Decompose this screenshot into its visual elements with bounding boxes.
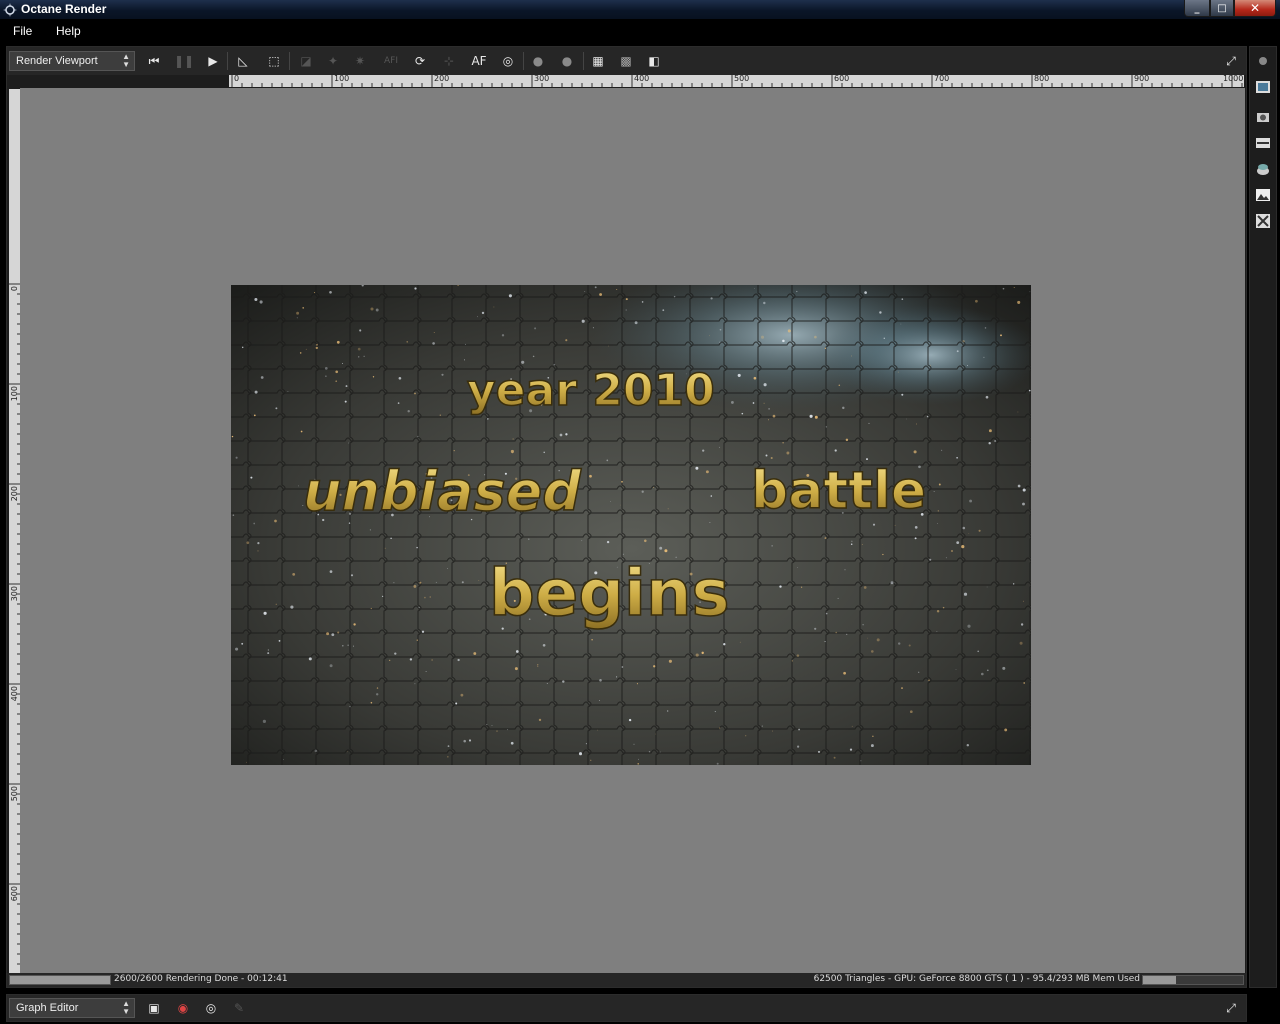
render-progress-fill xyxy=(10,976,110,984)
toolbar-separator xyxy=(289,52,290,70)
auto-focus-icon-button[interactable]: AFI xyxy=(381,51,401,71)
imager-icon[interactable] xyxy=(1255,187,1271,203)
sphere-icon[interactable]: ● xyxy=(528,51,548,71)
camera-icon[interactable] xyxy=(1255,109,1271,125)
save-scene-icon[interactable]: ▣ xyxy=(144,998,164,1018)
render-text-unbiased: unbiased xyxy=(303,460,582,523)
region-render-icon[interactable]: ⬚ xyxy=(264,51,284,71)
vruler-label: 200 xyxy=(10,486,19,502)
viewport-toolbar: Render Viewport ▲ ▼ ⏮ ❚❚ ▶ ◺ ⬚ ◪ ✦ ✷ AFI … xyxy=(7,47,1246,75)
title-bar: Octane Render _ □ ✕ xyxy=(0,0,1280,20)
hruler-label: 700 xyxy=(934,75,950,83)
window-title: Octane Render xyxy=(21,2,107,16)
auto-focus-button[interactable]: AF xyxy=(469,51,489,71)
toolbar-separator xyxy=(227,52,228,70)
pause-icon[interactable]: ❚❚ xyxy=(174,51,194,71)
render-image-icon[interactable] xyxy=(1255,79,1271,95)
maximize-button[interactable]: □ xyxy=(1210,0,1234,17)
vruler-label: 100 xyxy=(10,386,19,402)
sphere-dark-icon[interactable]: ● xyxy=(557,51,577,71)
memory-usage-fill xyxy=(1143,976,1176,984)
refresh-icon[interactable]: ⟳ xyxy=(410,51,430,71)
play-icon[interactable]: ▶ xyxy=(203,51,223,71)
minimize-button[interactable]: _ xyxy=(1184,0,1210,17)
toolbar-separator xyxy=(583,52,584,70)
render-text-battle: battle xyxy=(751,461,926,521)
vruler-label: 600 xyxy=(10,886,19,902)
graph-editor-panel: Graph Editor ▲ ▼ ▣ ◉ ◎ ✎ ⤢ xyxy=(6,994,1247,1022)
render-viewport-panel: Render Viewport ▲ ▼ ⏮ ❚❚ ▶ ◺ ⬚ ◪ ✦ ✷ AFI … xyxy=(6,46,1247,988)
toolbar-separator xyxy=(523,52,524,70)
hruler-label: 200 xyxy=(434,75,450,83)
restart-render-icon[interactable]: ⏮ xyxy=(144,51,164,71)
render-image: year 2010 unbiased battle begins xyxy=(231,285,1031,765)
hruler-label: 600 xyxy=(834,75,850,83)
right-dock xyxy=(1249,46,1277,988)
alpha-icon[interactable]: ◧ xyxy=(644,51,664,71)
hruler-label: 300 xyxy=(534,75,550,83)
render-canvas[interactable]: year 2010 unbiased battle begins xyxy=(20,88,1245,973)
render-text-begins: begins xyxy=(489,557,730,631)
menu-file[interactable]: File xyxy=(13,24,32,38)
render-status-text: 2600/2600 Rendering Done - 00:12:41 xyxy=(114,974,288,984)
menu-bar: File Help xyxy=(0,20,1280,44)
node-icon[interactable]: ◎ xyxy=(201,998,221,1018)
white-balance-icon[interactable]: ✦ xyxy=(323,51,343,71)
vruler-label: 500 xyxy=(10,786,19,802)
render-text-year: year 2010 xyxy=(467,365,715,416)
hruler-label: 100 xyxy=(334,75,350,83)
horizontal-ruler: 0 100 200 300 400 500 600 700 800 900 10… xyxy=(229,75,1244,87)
fullscreen-icon[interactable]: ⤢ xyxy=(1221,51,1241,71)
octane-app-icon xyxy=(3,3,17,17)
window-controls: _ □ ✕ xyxy=(1184,0,1276,18)
grid-fine-icon[interactable]: ▦ xyxy=(588,51,608,71)
checker-icon[interactable]: ▩ xyxy=(616,51,636,71)
glasses-icon[interactable]: ◎ xyxy=(498,51,518,71)
gpu-status-text: 62500 Triangles - GPU: GeForce 8800 GTS … xyxy=(813,974,1140,984)
material-pick-icon[interactable]: ✷ xyxy=(350,51,370,71)
edit-node-icon[interactable]: ✎ xyxy=(229,998,249,1018)
render-progress-bar xyxy=(9,975,111,985)
material-icon[interactable]: ◉ xyxy=(173,998,193,1018)
viewport-selector[interactable]: Render Viewport ▲ ▼ xyxy=(9,51,135,71)
focus-pick-icon[interactable]: ◪ xyxy=(296,51,316,71)
vruler-label: 400 xyxy=(10,686,19,702)
viewport-selector-label: Render Viewport xyxy=(16,55,98,67)
kernel-settings-icon[interactable] xyxy=(1255,213,1271,229)
hruler-label: 1000 xyxy=(1223,75,1244,83)
fullscreen-icon[interactable]: ⤢ xyxy=(1221,998,1241,1018)
hruler-label: 0 xyxy=(234,75,240,83)
graph-editor-selector[interactable]: Graph Editor ▲ ▼ xyxy=(9,998,135,1018)
menu-help[interactable]: Help xyxy=(56,24,81,38)
hruler-label: 400 xyxy=(634,75,650,83)
film-settings-icon[interactable] xyxy=(1255,135,1271,151)
hruler-label: 900 xyxy=(1134,75,1150,83)
ruler-icon[interactable]: ◺ xyxy=(233,51,253,71)
vruler-label: 300 xyxy=(10,586,19,602)
close-button[interactable]: ✕ xyxy=(1234,0,1276,17)
updown-arrow-icon: ▲ ▼ xyxy=(122,52,130,69)
graph-editor-label: Graph Editor xyxy=(16,1002,79,1014)
memory-usage-bar xyxy=(1142,975,1244,985)
dock-dot-icon[interactable] xyxy=(1255,53,1271,69)
environment-icon[interactable] xyxy=(1255,161,1271,177)
hruler-label: 500 xyxy=(734,75,750,83)
pick-icon[interactable]: ⊹ xyxy=(439,51,459,71)
vruler-label: 0 xyxy=(10,286,19,292)
status-bar: 2600/2600 Rendering Done - 00:12:41 6250… xyxy=(7,973,1246,987)
updown-arrow-icon: ▲ ▼ xyxy=(122,999,130,1016)
render-scene: year 2010 unbiased battle begins xyxy=(231,285,1031,765)
hruler-label: 800 xyxy=(1034,75,1050,83)
